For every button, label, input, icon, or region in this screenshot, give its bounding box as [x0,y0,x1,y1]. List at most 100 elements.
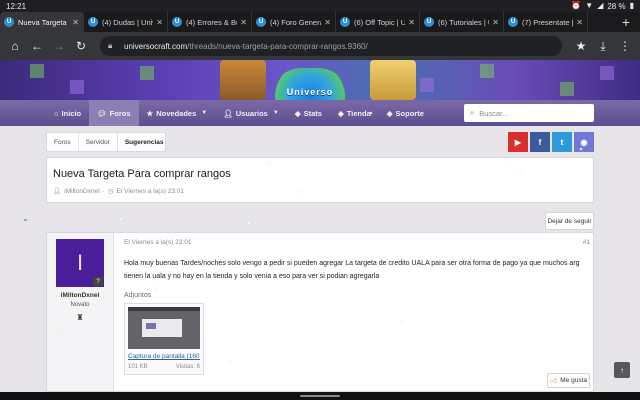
menu-button[interactable]: ⋮ [616,37,634,55]
close-tab-icon[interactable]: ✕ [324,18,331,27]
help-badge-icon: ? [93,277,103,286]
close-tab-icon[interactable]: ✕ [408,18,415,27]
thread-header: Nueva Targeta Para comprar rangos 👤︎ iMi… [46,157,594,203]
thread-date[interactable]: El Viernes a la(s) 23:01 [117,188,184,195]
download-button[interactable]: ⤓ [594,37,612,55]
home-button[interactable]: ⌂ [6,37,24,55]
download-icon: ⤓ [600,38,606,53]
reload-button[interactable]: ↻ [72,37,90,55]
like-button[interactable]: 👍︎ Me gusta [547,373,590,388]
site-banner[interactable]: Universo [0,60,640,100]
nav-label: Inicio [61,108,82,118]
search-placeholder: Buscar... [479,108,509,118]
browser-tab-strip: U Nueva Targeta P ✕ U (4) Dudas | Univ ✕… [0,12,640,32]
user-icon: 👤︎ [53,188,62,195]
unfollow-button[interactable]: Dejar de seguir [545,212,594,230]
attachment-card[interactable]: Captura de pantalla (160... 101 KB Visit… [124,303,204,375]
close-tab-icon[interactable]: ✕ [156,18,163,27]
browser-tab[interactable]: U (4) Errores & Bu ✕ [168,12,252,32]
wifi-icon: ▼ [585,1,594,10]
battery-percent: 28 % [607,1,626,11]
gesture-handle[interactable] [300,395,340,397]
url-path: /threads/nueva-targeta-para-comprar-rang… [187,41,368,51]
address-bar[interactable]: 🔒︎ universocraft.com/threads/nueva-targe… [100,36,562,56]
discord-icon[interactable]: ◉ [574,132,594,152]
new-tab-button[interactable]: + [612,12,640,32]
signal-icon: ◢ [597,1,604,10]
logo-text: Universo [286,87,334,97]
nav-label: Stats [303,108,322,118]
thread-author[interactable]: iMiltonDxnel [64,188,99,195]
site-nav: ⌂ Inicio 💬︎ Foros ★ Novedades ▼ 👤︎ Usuarios ▼ … [0,100,640,126]
status-bar: 12:21 ⏰ ▼ ◢ 28 % ▮ [0,0,640,12]
user-icon: 👤︎ [223,108,233,118]
post-date[interactable]: El Viernes a la(s) 23:01 [124,239,191,246]
status-time: 12:21 [6,1,27,11]
close-tab-icon[interactable]: ✕ [492,18,499,27]
twitter-icon[interactable]: t [552,132,572,152]
close-tab-icon[interactable]: ✕ [240,18,247,27]
thumbs-up-icon: 👍︎ [549,378,558,385]
breadcrumb-item[interactable]: Sugerencias [118,133,171,151]
browser-tab[interactable]: U Nueva Targeta P ✕ [0,12,84,32]
nav-item-foros[interactable]: 💬︎ Foros [89,100,139,126]
breadcrumb-item[interactable]: Foros [47,133,79,151]
username[interactable]: iMiltonDxnel [61,292,100,299]
browser-tab[interactable]: U (6) Off Topic | U ✕ [336,12,420,32]
favicon-icon: U [88,17,98,27]
post-number[interactable]: #1 [583,239,590,246]
nav-label: Usuarios [235,108,268,118]
forward-arrow-icon: → [53,39,65,53]
scroll-to-top-button[interactable]: ↑ [614,362,630,378]
post: I ? iMiltonDxnel Novato ♜ El Viernes a l… [46,232,594,392]
tab-title: (4) Errores & Bu [186,17,238,27]
favicon-icon: U [340,17,350,27]
nav-item-novedades[interactable]: ★ Novedades ▼ [139,100,216,126]
youtube-icon[interactable]: ▶ [508,132,528,152]
tag-icon: ◆ [337,108,344,118]
nav-item-inicio[interactable]: ⌂ Inicio [46,100,89,126]
attachment-meta: 101 KB Visitas: 6 [128,364,200,370]
nav-item-usuarios[interactable]: 👤︎ Usuarios ▼ [215,100,287,126]
nav-item-stats[interactable]: ◆ Stats [287,100,330,126]
favicon-icon: U [424,17,434,27]
browser-toolbar: ⌂ ← → ↻ 🔒︎ universocraft.com/threads/nue… [0,32,640,60]
like-label: Me gusta [560,377,588,384]
browser-tab[interactable]: U (7) Presentate | ✕ [504,12,588,32]
search-input[interactable]: ⌕ Buscar... [464,104,594,122]
back-button[interactable]: ← [28,37,46,55]
tag-icon: ◆ [294,108,301,118]
facebook-icon[interactable]: f [530,132,550,152]
tab-title: (6) Tutoriales | U [438,17,490,27]
chevron-down-icon[interactable]: ⌄ [22,214,29,223]
system-nav-bar [0,392,640,400]
battery-icon: ▮ [629,1,634,10]
site-logo[interactable]: Universo [270,68,350,100]
nav-label: Tienda [346,108,371,118]
more-vert-icon: ⋮ [619,39,631,53]
tab-title: (4) Dudas | Univ [102,17,154,27]
attachment-thumbnail[interactable] [128,307,200,349]
forward-button[interactable]: → [50,37,68,55]
breadcrumb-item[interactable]: Servidor [79,133,118,151]
bookmark-button[interactable]: ★ [572,37,590,55]
attachment-views: Visitas: 6 [175,364,200,370]
favicon-icon: U [508,17,518,27]
post-header: El Viernes a la(s) 23:01 #1 [124,239,590,246]
close-tab-icon[interactable]: ✕ [576,18,583,27]
url-host: universocraft.com [124,41,188,51]
chevron-down-icon: ▼ [272,110,279,116]
browser-tab[interactable]: U (6) Tutoriales | U ✕ [420,12,504,32]
arrow-up-icon: ↑ [620,365,624,375]
url-text[interactable]: universocraft.com/threads/nueva-targeta-… [124,42,554,51]
browser-tab[interactable]: U (4) Dudas | Univ ✕ [84,12,168,32]
attachment-name[interactable]: Captura de pantalla (160... [128,353,200,360]
attachment-size: 101 KB [128,364,148,370]
comments-icon: 💬︎ [97,108,107,118]
favicon-icon: U [4,17,14,27]
nav-item-soporte[interactable]: ◆ Soporte [379,100,432,126]
close-tab-icon[interactable]: ✕ [72,18,79,27]
browser-tab[interactable]: U (4) Foro General ✕ [252,12,336,32]
avatar[interactable]: I ? [56,239,104,287]
search-icon: ⌕ [470,108,475,117]
